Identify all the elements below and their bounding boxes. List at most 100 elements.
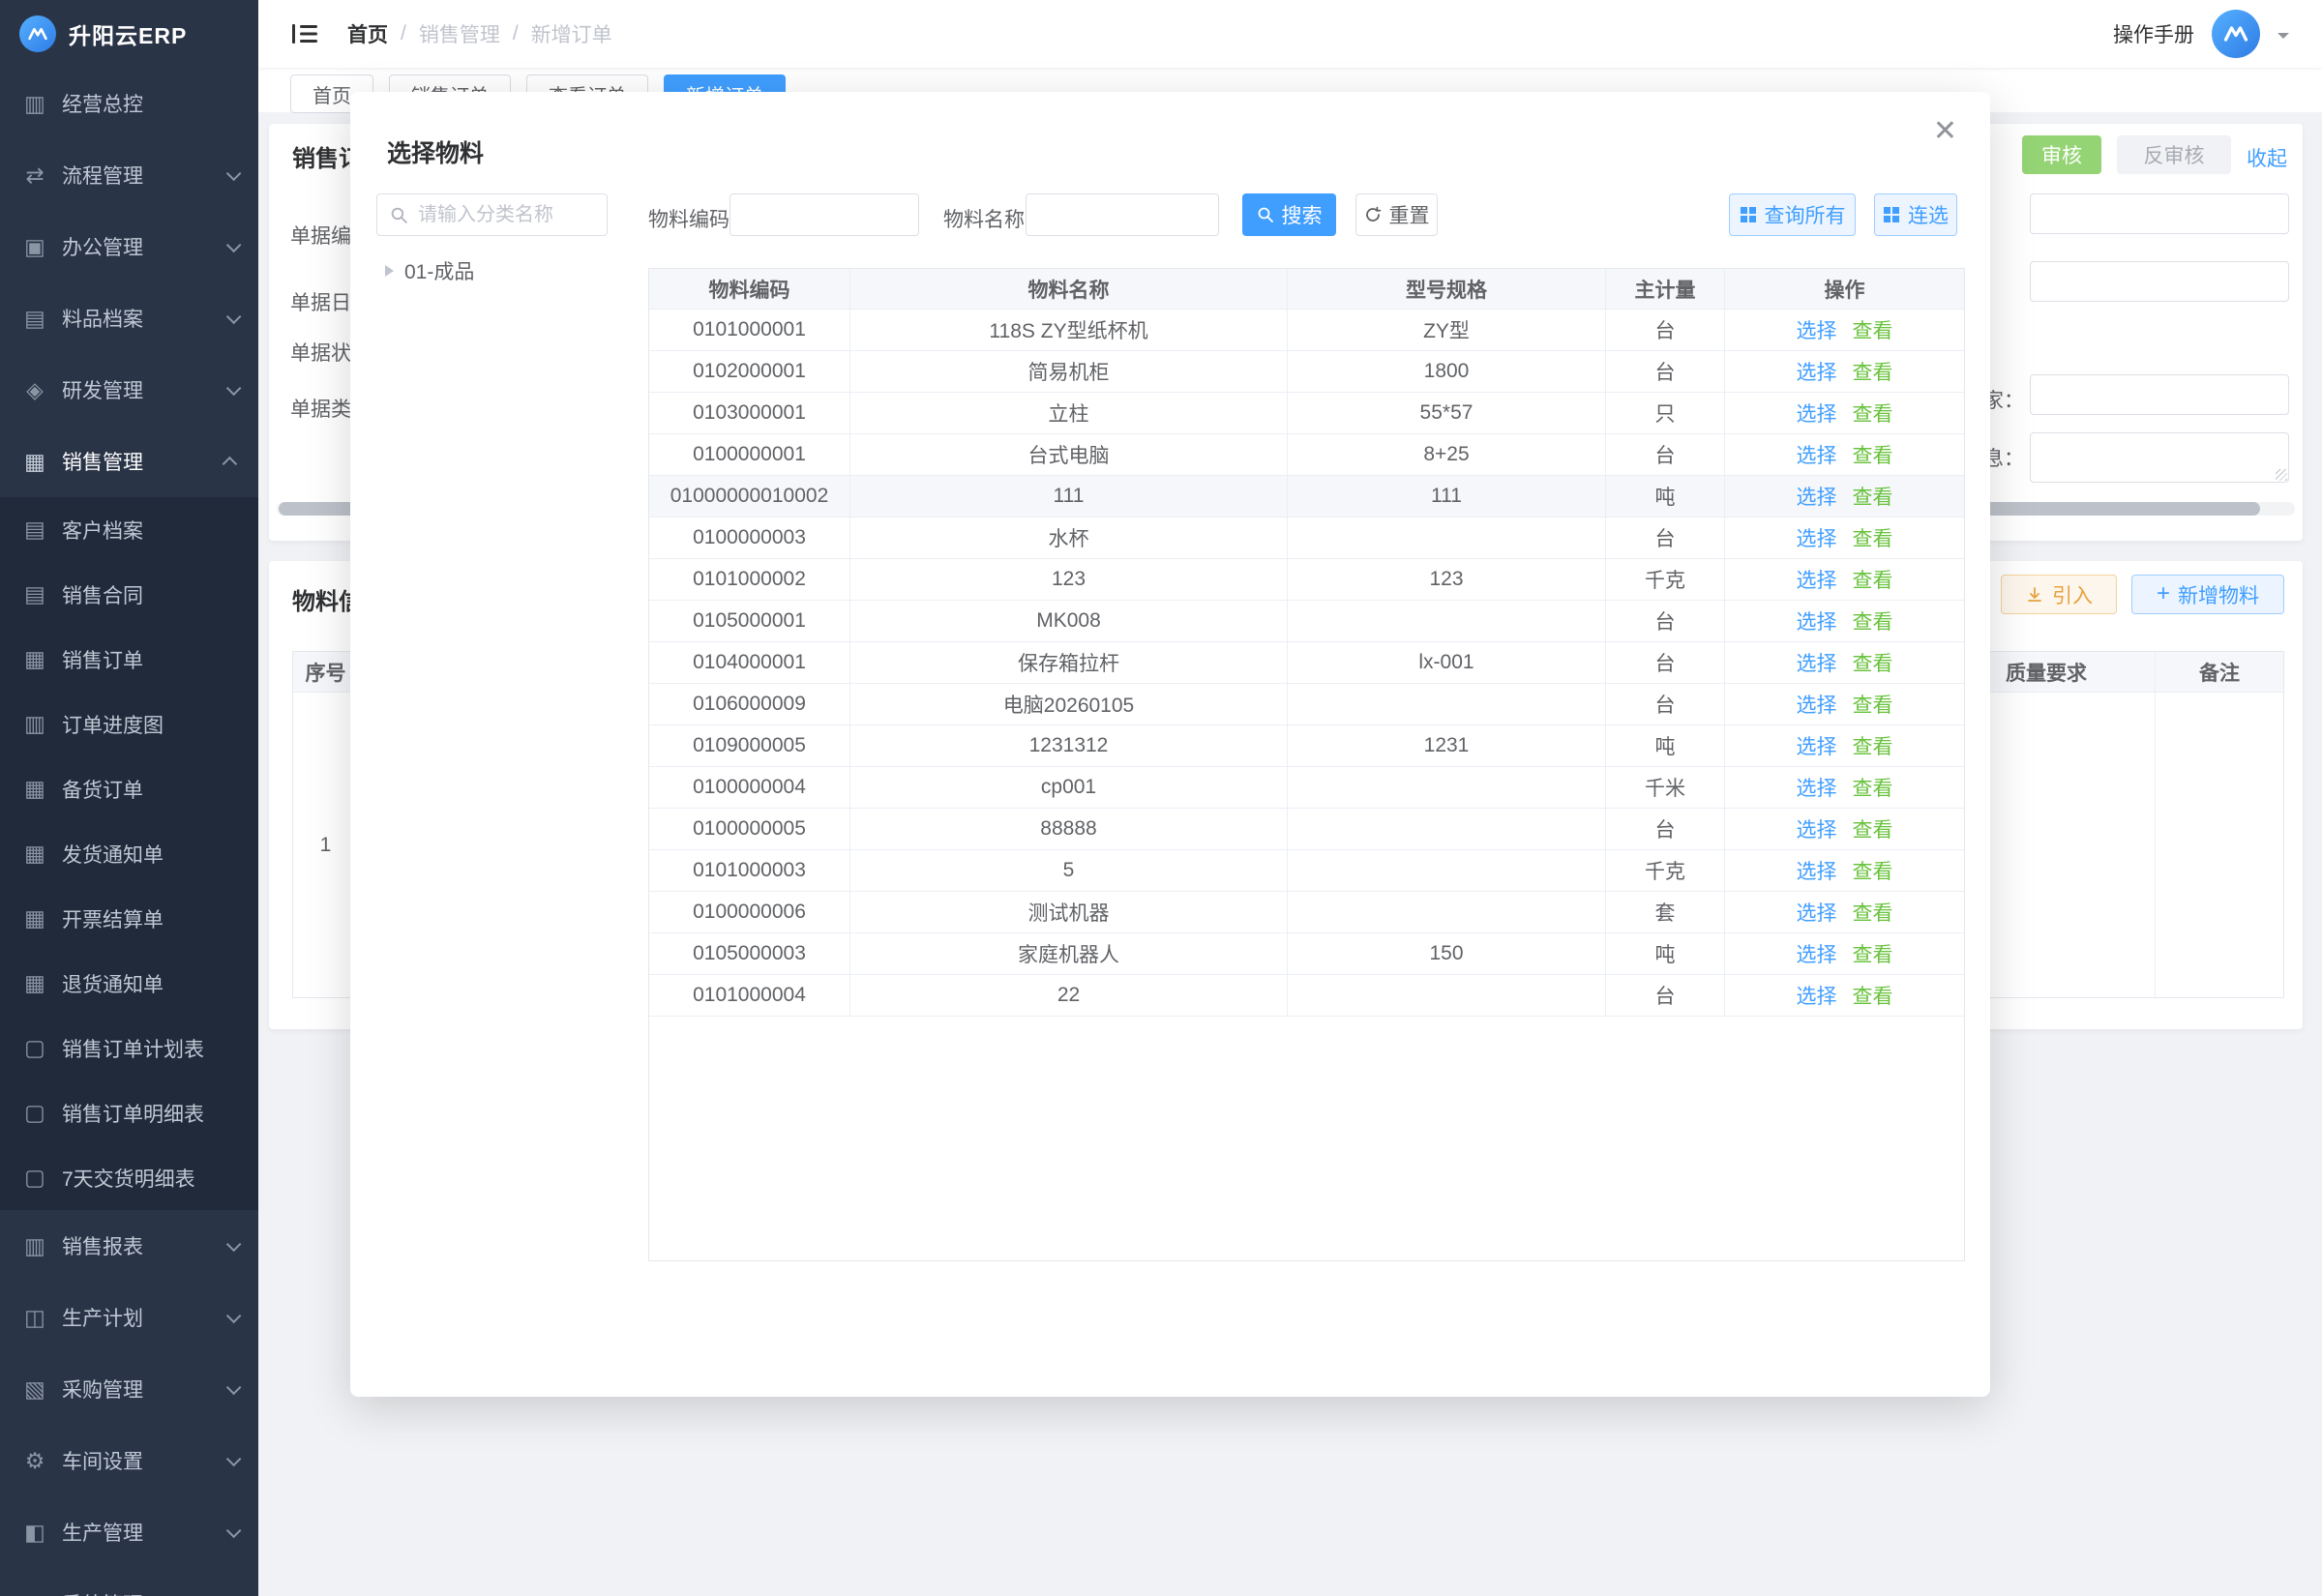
select-link[interactable]: 选择 <box>1797 690 1837 719</box>
sidebar-item-order-plan[interactable]: ▢销售订单计划表 <box>0 1016 258 1080</box>
table-row[interactable]: 0105000001MK008台选择查看 <box>649 601 1964 642</box>
select-link[interactable]: 选择 <box>1797 523 1837 552</box>
form-input-1[interactable] <box>2030 193 2289 234</box>
view-link[interactable]: 查看 <box>1853 898 1893 927</box>
table-row[interactable]: 0105000003家庭机器人150吨选择查看 <box>649 933 1964 975</box>
view-link[interactable]: 查看 <box>1853 773 1893 802</box>
view-link[interactable]: 查看 <box>1853 440 1893 469</box>
select-link[interactable]: 选择 <box>1797 898 1837 927</box>
table-row[interactable]: 0103000001立柱55*57只选择查看 <box>649 393 1964 434</box>
chevron-down-icon[interactable] <box>2277 33 2289 44</box>
manual-link[interactable]: 操作手册 <box>2113 19 2194 48</box>
select-link[interactable]: 选择 <box>1797 856 1837 885</box>
view-link[interactable]: 查看 <box>1853 482 1893 511</box>
audit-button[interactable]: 审核 <box>2022 135 2101 174</box>
import-button[interactable]: 引入 <box>2001 575 2117 614</box>
form-input-3[interactable] <box>2030 374 2289 415</box>
view-link[interactable]: 查看 <box>1853 399 1893 428</box>
view-link[interactable]: 查看 <box>1853 690 1893 719</box>
view-link[interactable]: 查看 <box>1853 939 1893 968</box>
select-link[interactable]: 选择 <box>1797 648 1837 677</box>
sidebar-item-shipping-notice[interactable]: ▦发货通知单 <box>0 821 258 886</box>
table-row[interactable]: 010900000512313121231吨选择查看 <box>649 725 1964 767</box>
select-link[interactable]: 选择 <box>1797 399 1837 428</box>
menu-label: 车间设置 <box>62 1446 226 1475</box>
table-row[interactable]: 0100000003水杯台选择查看 <box>649 517 1964 559</box>
view-link[interactable]: 查看 <box>1853 315 1893 344</box>
select-link[interactable]: 选择 <box>1797 981 1837 1010</box>
sidebar-item-process[interactable]: ⇄流程管理 <box>0 139 258 211</box>
form-remark-textarea[interactable] <box>2030 432 2289 483</box>
sidebar-item-materials[interactable]: ▤料品档案 <box>0 282 258 354</box>
select-link[interactable]: 选择 <box>1797 315 1837 344</box>
table-row[interactable]: 0100000001台式电脑8+25台选择查看 <box>649 434 1964 476</box>
sidebar-item-delivery-7d[interactable]: ▢7天交货明细表 <box>0 1145 258 1210</box>
table-row[interactable]: 0101000002123123千克选择查看 <box>649 559 1964 601</box>
view-link[interactable]: 查看 <box>1853 814 1893 843</box>
select-link[interactable]: 选择 <box>1797 939 1837 968</box>
sidebar-item-order-progress[interactable]: ▥订单进度图 <box>0 692 258 756</box>
tree-node-finished-goods[interactable]: 01-成品 <box>385 256 474 285</box>
select-link[interactable]: 选择 <box>1797 357 1837 386</box>
select-link[interactable]: 选择 <box>1797 565 1837 594</box>
select-link[interactable]: 选择 <box>1797 731 1837 760</box>
sidebar-item-dashboard[interactable]: ▥经营总控 <box>0 68 258 139</box>
sidebar-item-sales-report[interactable]: ▥销售报表 <box>0 1210 258 1282</box>
view-link[interactable]: 查看 <box>1853 731 1893 760</box>
reset-button[interactable]: 重置 <box>1355 193 1438 236</box>
sidebar-item-orders[interactable]: ▦销售订单 <box>0 627 258 692</box>
search-button[interactable]: 搜索 <box>1242 193 1336 236</box>
sidebar-item-office[interactable]: ▣办公管理 <box>0 211 258 282</box>
table-row[interactable]: 01010000035千克选择查看 <box>649 850 1964 892</box>
sidebar-item-outsourcing[interactable]: ◨委外管理 <box>0 1568 258 1596</box>
table-row[interactable]: 01000000010002111111吨选择查看 <box>649 476 1964 517</box>
table-row[interactable]: 0100000006测试机器套选择查看 <box>649 892 1964 933</box>
unaudit-button[interactable]: 反审核 <box>2117 135 2231 174</box>
table-row[interactable]: 0106000009电脑20260105台选择查看 <box>649 684 1964 725</box>
table-row[interactable]: 0104000001保存箱拉杆lx-001台选择查看 <box>649 642 1964 684</box>
sidebar-item-invoice-settle[interactable]: ▦开票结算单 <box>0 886 258 951</box>
view-link[interactable]: 查看 <box>1853 523 1893 552</box>
multi-select-button[interactable]: 连选 <box>1874 193 1957 236</box>
view-link[interactable]: 查看 <box>1853 606 1893 635</box>
sidebar-item-customers[interactable]: ▤客户档案 <box>0 497 258 562</box>
category-search-input[interactable] <box>418 204 607 226</box>
sidebar-item-production-plan[interactable]: ◫生产计划 <box>0 1282 258 1353</box>
sidebar-item-production[interactable]: ◧生产管理 <box>0 1496 258 1568</box>
sidebar-item-return-notice[interactable]: ▦退货通知单 <box>0 951 258 1016</box>
name-filter-input[interactable] <box>1038 204 1206 226</box>
select-link[interactable]: 选择 <box>1797 482 1837 511</box>
sidebar-item-order-detail[interactable]: ▢销售订单明细表 <box>0 1080 258 1145</box>
sidebar-item-purchasing[interactable]: ▧采购管理 <box>0 1353 258 1425</box>
sidebar-item-contracts[interactable]: ▤销售合同 <box>0 562 258 627</box>
sidebar-item-workshop-settings[interactable]: ⚙车间设置 <box>0 1425 258 1496</box>
table-row[interactable]: 0101000001118S ZY型纸杯机ZY型台选择查看 <box>649 310 1964 351</box>
select-link[interactable]: 选择 <box>1797 606 1837 635</box>
code-filter-input[interactable] <box>742 204 907 226</box>
sidebar-item-rnd[interactable]: ◈研发管理 <box>0 354 258 426</box>
table-row[interactable]: 0100000004cp001千米选择查看 <box>649 767 1964 809</box>
avatar[interactable] <box>2212 10 2260 58</box>
view-link[interactable]: 查看 <box>1853 648 1893 677</box>
cell-code: 0100000004 <box>649 767 850 808</box>
view-link[interactable]: 查看 <box>1853 565 1893 594</box>
select-link[interactable]: 选择 <box>1797 814 1837 843</box>
collapse-link[interactable]: 收起 <box>2247 143 2287 172</box>
view-link[interactable]: 查看 <box>1853 856 1893 885</box>
select-link[interactable]: 选择 <box>1797 773 1837 802</box>
table-row[interactable]: 0102000001简易机柜1800台选择查看 <box>649 351 1964 393</box>
table-row[interactable]: 010100000422台选择查看 <box>649 975 1964 1017</box>
query-all-button[interactable]: 查询所有 <box>1729 193 1856 236</box>
sidebar-item-sales[interactable]: ▦销售管理 <box>0 426 258 497</box>
hamburger-icon[interactable] <box>291 21 318 46</box>
close-icon[interactable]: ✕ <box>1933 117 1957 146</box>
form-input-2[interactable] <box>2030 261 2289 302</box>
view-link[interactable]: 查看 <box>1853 357 1893 386</box>
table-row[interactable]: 010000000588888台选择查看 <box>649 809 1964 850</box>
add-material-button[interactable]: + 新增物料 <box>2131 575 2284 614</box>
download-icon <box>2025 585 2044 605</box>
view-link[interactable]: 查看 <box>1853 981 1893 1010</box>
sidebar-item-stock-orders[interactable]: ▦备货订单 <box>0 756 258 821</box>
select-link[interactable]: 选择 <box>1797 440 1837 469</box>
breadcrumb-item[interactable]: 首页 <box>347 19 388 48</box>
